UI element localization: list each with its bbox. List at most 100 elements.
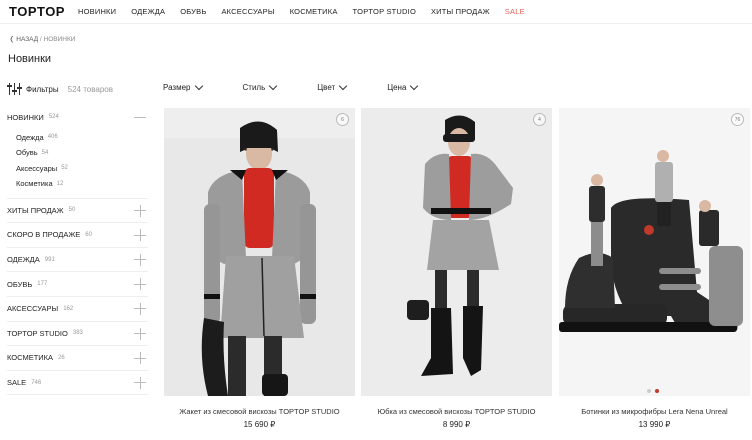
subcategory-label: Одежда xyxy=(16,132,44,142)
category-label: АКСЕССУАРЫ xyxy=(7,304,59,314)
size-dropdown[interactable]: Размер xyxy=(163,81,203,92)
category-studio[interactable]: TOPTOP STUDIO 383 xyxy=(7,322,148,347)
category-count: 26 xyxy=(58,354,65,361)
category-label: ХИТЫ ПРОДАЖ xyxy=(7,205,64,215)
nav-item-clothing[interactable]: ОДЕЖДА xyxy=(131,7,165,16)
color-dropdown[interactable]: Цвет xyxy=(317,81,348,92)
product-card[interactable]: 76 Ботинки из микрофибры Lera Nena Unrea… xyxy=(559,108,750,429)
chevron-down-icon xyxy=(269,81,278,90)
category-accessories[interactable]: АКСЕССУАРЫ 162 xyxy=(7,297,148,322)
logo[interactable]: TOPTOP xyxy=(9,4,65,19)
filter-dropdowns: Размер Стиль Цвет Цена xyxy=(163,81,458,92)
price-dropdown-label: Цена xyxy=(387,83,407,92)
category-sidebar: НОВИНКИ 524 Одежда 406 Обувь 54 Аксессуары… xyxy=(7,105,148,396)
filters-button[interactable]: Фильтры 524 товаров xyxy=(7,82,113,96)
top-navigation-bar: TOPTOP НОВИНКИ ОДЕЖДА ОБУВЬ АКСЕССУАРЫ К… xyxy=(0,0,752,24)
chevron-down-icon xyxy=(410,81,419,90)
expand-plus-icon[interactable] xyxy=(134,229,146,242)
color-dropdown-label: Цвет xyxy=(317,83,336,92)
nav-item-shoes[interactable]: ОБУВЬ xyxy=(180,7,206,16)
category-label: SALE xyxy=(7,378,27,388)
product-price: 13 990 ₽ xyxy=(638,420,671,429)
model-photo-image xyxy=(361,108,552,396)
chevron-down-icon xyxy=(194,81,203,90)
product-photo[interactable]: 4 xyxy=(361,108,552,396)
like-count: 4 xyxy=(538,116,541,123)
gallery-dot[interactable] xyxy=(647,389,651,393)
category-clothing[interactable]: ОДЕЖДА 991 xyxy=(7,248,148,273)
category-label: ОБУВЬ xyxy=(7,279,33,289)
category-cosmetics[interactable]: КОСМЕТИКА 26 xyxy=(7,346,148,371)
product-card[interactable]: 6 Жакет из смесовой вискозы TOPTOP STUDI… xyxy=(164,108,355,429)
category-sale[interactable]: SALE 746 xyxy=(7,371,148,396)
size-dropdown-label: Размер xyxy=(163,83,191,92)
product-photo[interactable]: 6 xyxy=(164,108,355,396)
subcategory-cosmetics[interactable]: Косметика 12 xyxy=(16,176,148,192)
model-photo-image xyxy=(164,108,355,396)
filters-product-count: 524 товаров xyxy=(67,84,113,94)
category-new[interactable]: НОВИНКИ 524 xyxy=(7,105,148,130)
category-label: НОВИНКИ xyxy=(7,112,44,122)
category-label: КОСМЕТИКА xyxy=(7,353,54,363)
filter-sliders-icon xyxy=(7,83,22,95)
page-title: Новинки xyxy=(8,53,52,65)
category-count: 162 xyxy=(63,305,74,312)
expand-plus-icon[interactable] xyxy=(134,302,146,315)
nav-item-bestsellers[interactable]: ХИТЫ ПРОДАЖ xyxy=(431,7,490,16)
expand-plus-icon[interactable] xyxy=(134,278,146,291)
category-count: 383 xyxy=(72,330,83,337)
category-count: 50 xyxy=(68,207,76,214)
product-photo[interactable]: 76 xyxy=(559,108,750,396)
expand-plus-icon[interactable] xyxy=(134,327,146,340)
category-bestsellers[interactable]: ХИТЫ ПРОДАЖ 50 xyxy=(7,199,148,224)
product-card[interactable]: 4 Юбка из смесовой вискозы TOPTOP STUDIO… xyxy=(361,108,552,429)
subcategory-label: Обувь xyxy=(16,148,38,158)
chevron-down-icon xyxy=(338,81,348,90)
nav-item-new[interactable]: НОВИНКИ xyxy=(78,7,116,16)
category-label: СКОРО В ПРОДАЖЕ xyxy=(7,230,81,240)
nav-item-sale[interactable]: SALE xyxy=(505,7,525,16)
nav-item-cosmetics[interactable]: КОСМЕТИКА xyxy=(290,7,338,16)
main-menu: НОВИНКИ ОДЕЖДА ОБУВЬ АКСЕССУАРЫ КОСМЕТИК… xyxy=(78,7,525,16)
subcategory-label: Косметика xyxy=(16,179,53,189)
gallery-dot-active[interactable] xyxy=(655,389,659,393)
expand-plus-icon[interactable] xyxy=(134,253,146,266)
nav-item-studio[interactable]: TOPTOP STUDIO xyxy=(353,7,416,16)
like-heart-icon[interactable]: 6 xyxy=(336,113,349,126)
product-price: 15 690 ₽ xyxy=(243,420,276,429)
breadcrumb-current: НОВИНКИ xyxy=(43,36,76,43)
breadcrumb: ❬ НАЗАД / НОВИНКИ xyxy=(9,36,76,43)
expand-plus-icon[interactable] xyxy=(134,204,146,217)
subcategory-count: 54 xyxy=(41,149,49,156)
category-count: 60 xyxy=(85,231,92,238)
category-count: 991 xyxy=(44,256,55,263)
subcategory-list: Одежда 406 Обувь 54 Аксессуары 52 Косметика… xyxy=(7,130,148,199)
category-count: 524 xyxy=(48,114,59,121)
subcategory-shoes[interactable]: Обувь 54 xyxy=(16,145,148,161)
product-name[interactable]: Юбка из смесовой вискозы TOPTOP STUDIO xyxy=(361,407,552,416)
subcategory-count: 406 xyxy=(47,134,58,141)
expand-plus-icon[interactable] xyxy=(134,376,146,389)
collapse-icon[interactable] xyxy=(134,117,146,118)
category-coming-soon[interactable]: СКОРО В ПРОДАЖЕ 60 xyxy=(7,223,148,248)
like-heart-icon[interactable]: 76 xyxy=(731,113,744,126)
category-count: 177 xyxy=(37,281,48,288)
price-dropdown[interactable]: Цена xyxy=(387,81,419,92)
category-label: TOPTOP STUDIO xyxy=(7,328,68,338)
subcategory-clothing[interactable]: Одежда 406 xyxy=(16,130,148,146)
category-shoes[interactable]: ОБУВЬ 177 xyxy=(7,272,148,297)
nav-item-accessories[interactable]: АКСЕССУАРЫ xyxy=(221,7,274,16)
category-label: ОДЕЖДА xyxy=(7,255,40,265)
like-count: 76 xyxy=(734,116,741,123)
boots-photo-image xyxy=(559,108,750,396)
breadcrumb-back[interactable]: НАЗАД xyxy=(16,36,38,43)
expand-plus-icon[interactable] xyxy=(134,352,146,365)
filters-label: Фильтры xyxy=(26,84,59,94)
product-name[interactable]: Жакет из смесовой вискозы TOPTOP STUDIO xyxy=(164,407,355,416)
product-name[interactable]: Ботинки из микрофибры Lera Nena Unreal xyxy=(559,407,750,416)
like-count: 6 xyxy=(341,116,344,123)
subcategory-count: 52 xyxy=(61,165,68,172)
like-heart-icon[interactable]: 4 xyxy=(533,113,546,126)
style-dropdown[interactable]: Стиль xyxy=(243,81,278,92)
subcategory-accessories[interactable]: Аксессуары 52 xyxy=(16,161,148,177)
